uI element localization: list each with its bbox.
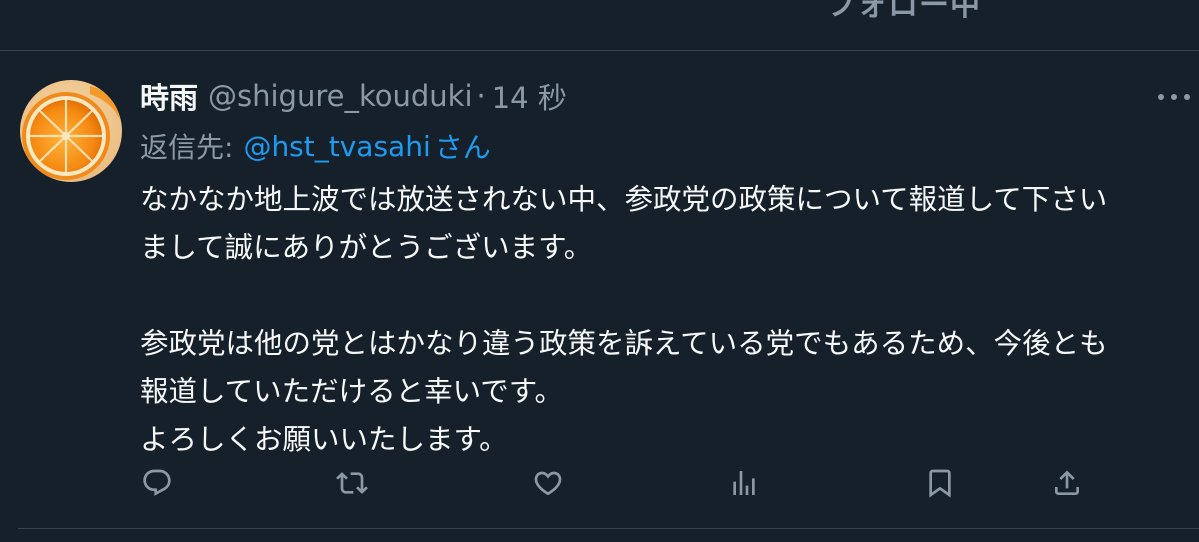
tweet-line: まして誠にありがとうございます。 [140,231,593,264]
divider [0,50,1199,51]
following-button[interactable]: フォロー中 [826,0,981,26]
tweet-header: 時雨 @shigure_kouduki · 14 秒 [140,74,567,118]
tweet-line: 参政党は他の党とはかなり違う政策を訴えている党でもあるため、今後とも [140,327,1108,360]
reply-icon [143,469,171,496]
tweet-screen: フォロー中 時雨 @shigure_kouduki · 14 秒 返信先: @h… [0,0,1199,542]
reply-label: 返信先: [140,131,234,164]
orange-avatar-image [20,80,122,182]
user-handle[interactable]: @shigure_kouduki [208,79,472,113]
display-name[interactable]: 時雨 [140,75,198,117]
heart-icon [534,471,562,496]
divider [18,528,1199,529]
share-button[interactable] [1047,463,1087,503]
like-button[interactable] [528,463,568,503]
separator-dot: · [476,79,486,113]
reply-suffix: さん [434,131,491,164]
timestamp[interactable]: 14 秒 [492,75,567,117]
tweet-text: なかなか地上波では放送されない中、参政党の政策について報道して下さい まして誠に… [140,176,1195,464]
tweet-line: 報道していただけると幸いです。 [140,375,563,408]
views-button[interactable] [724,463,764,503]
tweet-line-blank [140,272,1195,320]
reply-context: 返信先: @hst_tvasahi さん [140,124,491,168]
share-icon [1055,470,1079,495]
tweet-line: よろしくお願いいたします。 [140,423,508,456]
reply-to-handle[interactable]: @hst_tvasahi [243,130,430,163]
retweet-icon [336,472,368,494]
bookmark-button[interactable] [920,463,960,503]
more-options-icon[interactable] [1158,93,1190,101]
analytics-icon [733,471,755,495]
bookmark-icon [929,469,951,498]
reply-button[interactable] [137,463,177,503]
tweet-line: なかなか地上波では放送されない中、参政党の政策について報道して下さい [140,183,1108,216]
retweet-button[interactable] [332,463,372,503]
avatar[interactable] [20,80,122,182]
